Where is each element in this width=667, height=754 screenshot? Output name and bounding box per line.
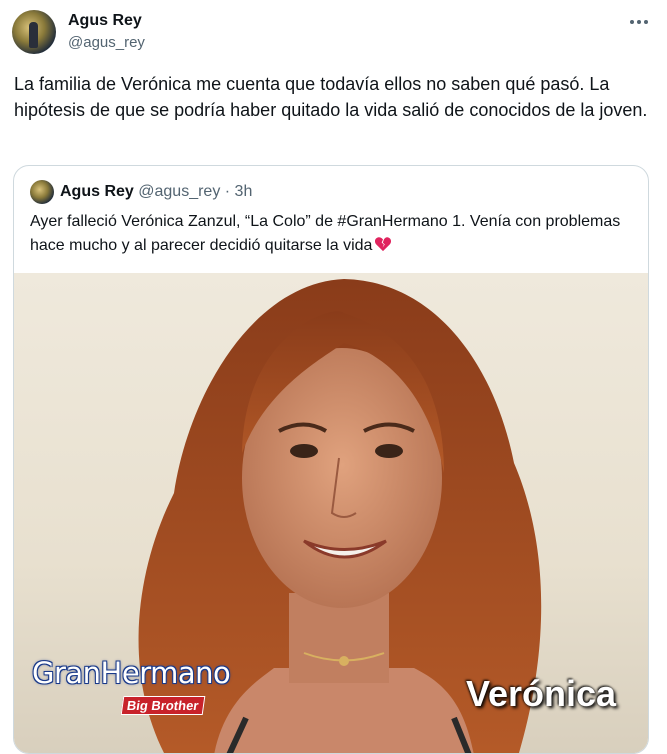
image-name-caption: Verónica [466, 673, 617, 714]
author-handle[interactable]: @agus_rey [68, 33, 145, 53]
big-brother-badge: Big Brother [120, 696, 205, 715]
author-avatar[interactable] [12, 10, 56, 54]
quoted-author-avatar [30, 180, 54, 204]
tweet-text: La familia de Verónica me cuenta que tod… [14, 74, 648, 120]
quoted-media-image[interactable]: GranHermano Big Brother Verónica [14, 273, 648, 753]
gran-hermano-logo: GranHermano [32, 656, 231, 690]
author-name[interactable]: Agus Rey [68, 11, 142, 31]
quoted-author-handle: @agus_rey [138, 183, 221, 200]
broken-heart-icon [375, 237, 392, 252]
more-options-icon[interactable] [626, 12, 652, 32]
quoted-tweet[interactable]: Agus Rey @agus_rey · 3h Ayer falleció Ve… [13, 165, 649, 754]
quoted-timestamp: 3h [234, 183, 253, 200]
separator-dot: · [224, 183, 231, 200]
quoted-text-body: Ayer falleció Verónica Zanzul, “La Colo”… [30, 213, 621, 254]
quoted-author-name: Agus Rey [60, 183, 134, 200]
quoted-tweet-header: Agus Rey @agus_rey · 3h [60, 182, 252, 202]
quoted-tweet-text: Ayer falleció Verónica Zanzul, “La Colo”… [30, 210, 630, 258]
